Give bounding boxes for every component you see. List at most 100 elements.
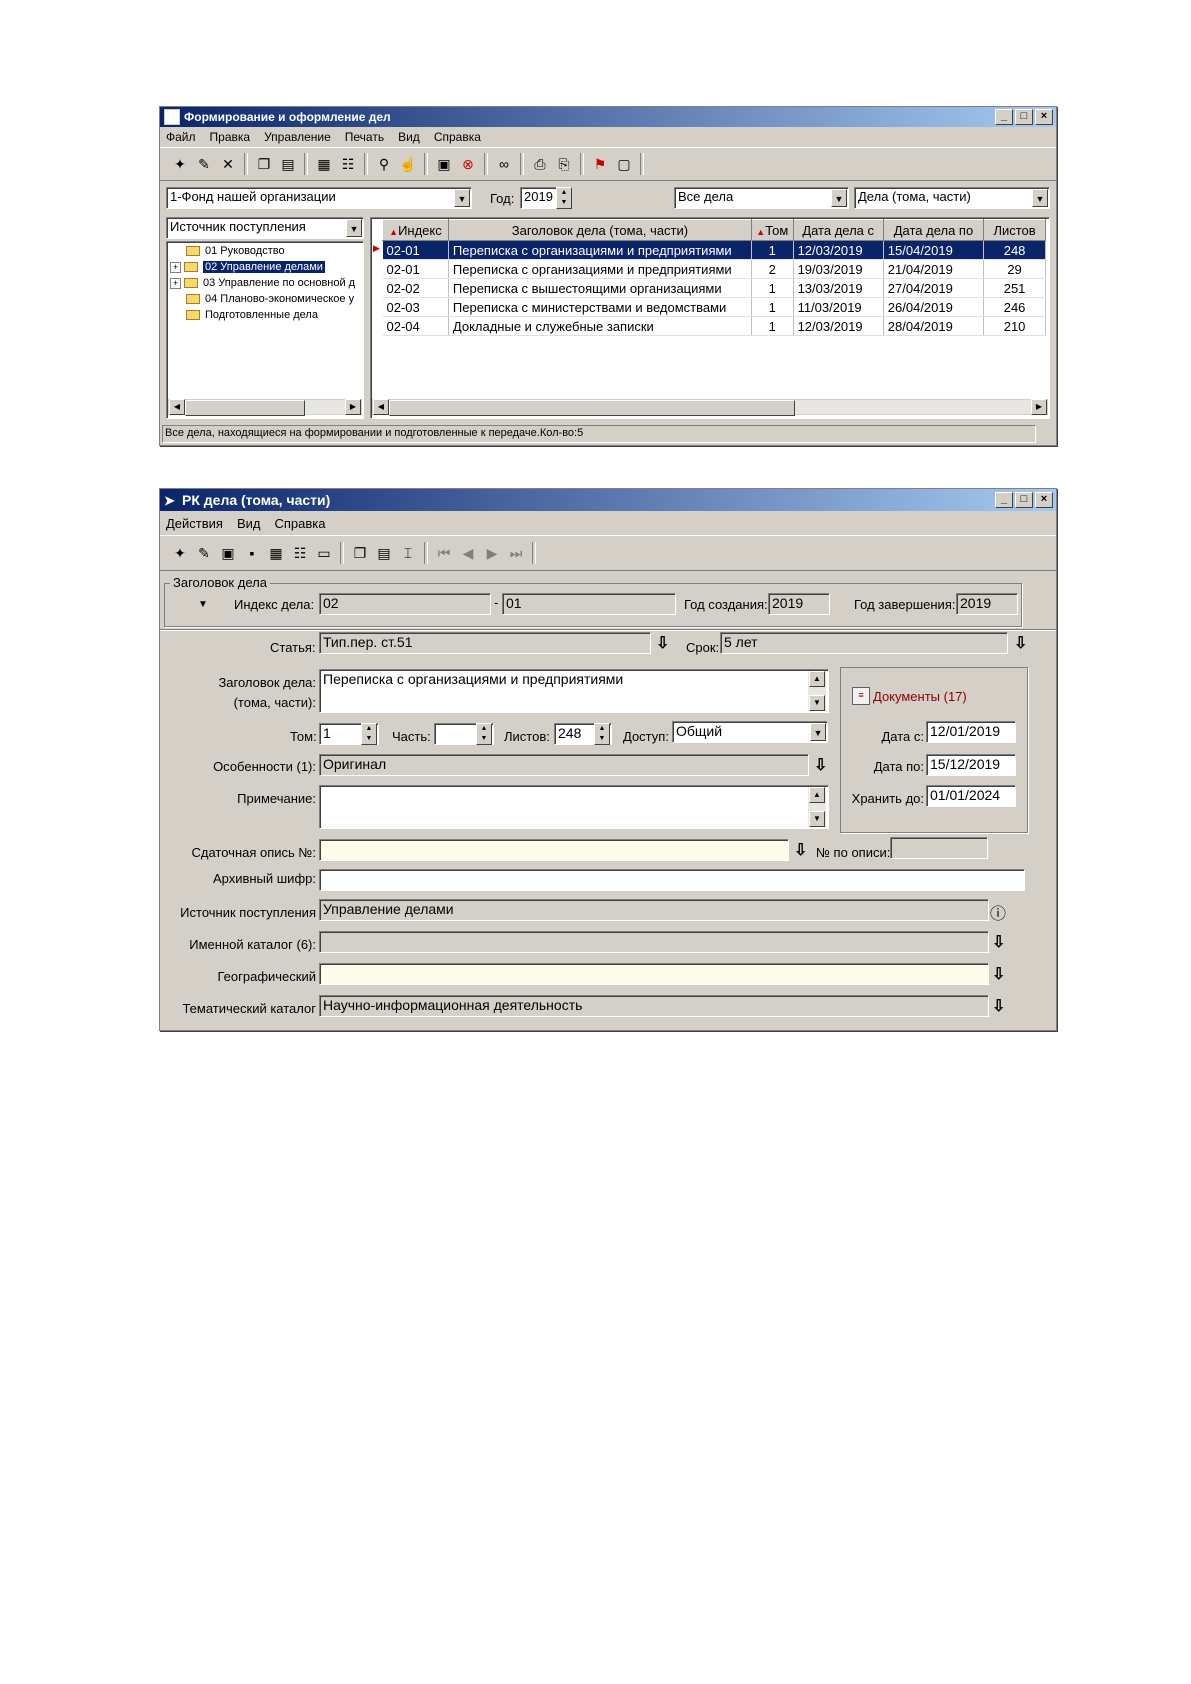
scroll-right-icon[interactable]: ▶	[345, 399, 361, 415]
tree-item[interactable]: 04 Планово-экономическое у	[170, 291, 355, 307]
pick-topic-icon[interactable]: ⇩	[992, 996, 1005, 1016]
menu-help[interactable]: Справка	[434, 130, 481, 144]
source-input[interactable]: Управление делами	[319, 899, 989, 921]
minimize-button[interactable]: _	[995, 109, 1013, 125]
term-input[interactable]: 5 лет	[720, 632, 1008, 654]
keep-until-input[interactable]: 01/01/2024	[926, 785, 1016, 807]
pick-inventory-icon[interactable]: ⇩	[794, 840, 807, 860]
cases-window-titlebar[interactable]: Формирование и оформление дел _ □ ×	[160, 107, 1056, 127]
scroll-down-icon[interactable]: ▼	[809, 811, 825, 827]
collapse-icon[interactable]: ▼	[198, 599, 208, 610]
note-vscroll[interactable]: ▲ ▼	[808, 787, 826, 827]
table-row[interactable]: 02-01 Переписка с организациями и предпри…	[382, 240, 1046, 260]
case-card-titlebar[interactable]: ➤ РК дела (тома, части) _ □ ×	[160, 489, 1056, 511]
filter-select[interactable]: Все дела	[674, 187, 849, 209]
inventory-number-input[interactable]	[890, 837, 988, 859]
scroll-left-icon[interactable]: ◀	[169, 399, 185, 415]
fund-dropdown-icon[interactable]: ▼	[454, 189, 470, 207]
part-spinner[interactable]: ▲ ▼	[476, 723, 492, 745]
archive-code-input[interactable]	[319, 869, 1025, 891]
maximize-button[interactable]: □	[1015, 109, 1033, 125]
scroll-up-icon[interactable]: ▲	[809, 671, 825, 687]
type-dropdown-icon[interactable]: ▼	[1032, 189, 1048, 207]
link-icon[interactable]: ∞	[494, 154, 514, 174]
col-title[interactable]: Заголовок дела (тома, части)	[447, 219, 752, 241]
prev-record-icon[interactable]: ◀	[458, 543, 478, 563]
filter-dropdown-icon[interactable]: ▼	[831, 189, 847, 207]
table-row[interactable]: 02-01 Переписка с организациями и предпри…	[382, 259, 1046, 279]
tree-icon[interactable]: ☷	[338, 154, 358, 174]
tree-item[interactable]: +03 Управление по основной д	[170, 275, 355, 291]
source-select[interactable]: Источник поступления	[166, 217, 364, 239]
pick-names-icon[interactable]: ⇩	[992, 932, 1005, 952]
year-spinner[interactable]: ▲ ▼	[556, 187, 572, 209]
menu-file[interactable]: Файл	[166, 130, 196, 144]
document-icon[interactable]: ▣	[434, 154, 454, 174]
names-catalog-input[interactable]	[319, 931, 989, 953]
first-record-icon[interactable]: ⏮	[434, 543, 454, 563]
pick-geo-icon[interactable]: ⇩	[992, 964, 1005, 984]
tree-item[interactable]: 01 Руководство	[170, 243, 355, 259]
topic-catalog-input[interactable]: Научно-информационная деятельность	[319, 995, 989, 1017]
case-title-textarea[interactable]: Переписка с организациями и предприятиям…	[319, 669, 829, 713]
features-input[interactable]: Оригинал	[319, 754, 809, 776]
paste-icon[interactable]: ▤	[374, 543, 394, 563]
card-icon[interactable]: ▣	[218, 543, 238, 563]
last-record-icon[interactable]: ⏭	[506, 543, 526, 563]
new-icon[interactable]: ✦	[170, 543, 190, 563]
tree-icon[interactable]: ☷	[290, 543, 310, 563]
calculator-icon[interactable]: ▦	[266, 543, 286, 563]
print-preview-icon[interactable]: ⎘	[554, 154, 574, 174]
menu-view[interactable]: Вид	[237, 516, 261, 531]
grid-hscroll[interactable]: ◀ ▶	[372, 399, 1048, 416]
menu-manage[interactable]: Управление	[264, 130, 331, 144]
find-icon[interactable]: ⚲	[374, 154, 394, 174]
inventory-input[interactable]	[319, 839, 789, 861]
tree-hscroll[interactable]: ◀ ▶	[168, 399, 362, 416]
paste-icon[interactable]: ▤	[278, 154, 298, 174]
scroll-down-icon[interactable]: ▼	[809, 695, 825, 711]
scroll-right-icon[interactable]: ▶	[1031, 399, 1047, 415]
date-to-input[interactable]: 15/12/2019	[926, 754, 1016, 776]
col-date-to[interactable]: Дата дела по	[882, 219, 985, 241]
col-sheets[interactable]: Листов	[983, 219, 1046, 241]
edit-icon[interactable]: ✎	[194, 154, 214, 174]
access-select[interactable]: Общий	[672, 721, 828, 743]
pick-features-icon[interactable]: ⇩	[814, 755, 827, 775]
scroll-thumb[interactable]	[185, 400, 305, 416]
date-from-input[interactable]: 12/01/2019	[926, 721, 1016, 743]
close-button[interactable]: ×	[1035, 109, 1053, 125]
year-finished-input[interactable]: 2019	[956, 593, 1018, 615]
menu-view[interactable]: Вид	[398, 130, 420, 144]
tree-item[interactable]: +02 Управление делами	[170, 259, 355, 275]
transfer-icon[interactable]: ⚑	[590, 154, 610, 174]
documents-link[interactable]: ≡ Документы (17)	[852, 687, 967, 705]
index-part2-input[interactable]: 01	[502, 593, 676, 615]
menu-help[interactable]: Справка	[275, 516, 326, 531]
col-date-from[interactable]: Дата дела с	[792, 219, 884, 241]
close-button[interactable]: ×	[1035, 492, 1053, 508]
print-icon[interactable]: ⎙	[530, 154, 550, 174]
copy-icon[interactable]: ❐	[350, 543, 370, 563]
type-select[interactable]: Дела (тома, части)	[854, 187, 1050, 209]
scroll-left-icon[interactable]: ◀	[373, 399, 389, 415]
table-row[interactable]: 02-03 Переписка с министерствами и ведомс…	[382, 297, 1046, 317]
pick-article-icon[interactable]: ⇩	[656, 633, 669, 653]
title-vscroll[interactable]: ▲ ▼	[808, 671, 826, 711]
geo-catalog-input[interactable]	[319, 963, 989, 985]
source-dropdown-icon[interactable]: ▼	[346, 219, 362, 237]
report-icon[interactable]: ▢	[614, 154, 634, 174]
delete-icon[interactable]: ✕	[218, 154, 238, 174]
fund-select[interactable]: 1-Фонд нашей организации	[166, 187, 472, 209]
edit-icon[interactable]: ✎	[194, 543, 214, 563]
minimize-button[interactable]: _	[995, 492, 1013, 508]
save-icon[interactable]: ▪	[242, 543, 262, 563]
next-record-icon[interactable]: ▶	[482, 543, 502, 563]
info-icon[interactable]: ⓘ	[990, 900, 1006, 924]
index-part1-input[interactable]: 02	[319, 593, 491, 615]
menu-edit[interactable]: Правка	[210, 130, 251, 144]
scroll-up-icon[interactable]: ▲	[809, 787, 825, 803]
note-textarea[interactable]	[319, 785, 829, 829]
table-row[interactable]: 02-04 Докладные и служебные записки 1 12/03…	[382, 316, 1046, 336]
menu-actions[interactable]: Действия	[166, 516, 223, 531]
